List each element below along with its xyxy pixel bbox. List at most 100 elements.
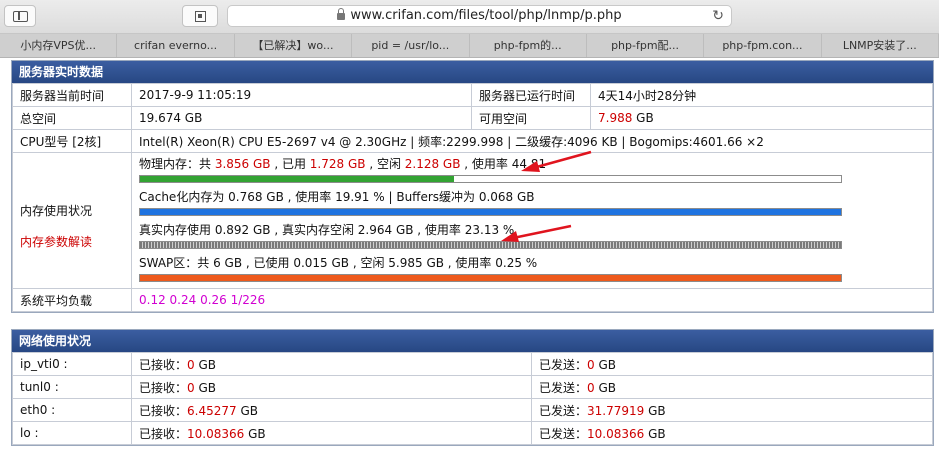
cpu-info: Intel(R) Xeon(R) CPU E5-2697 v4 @ 2.30GH… bbox=[131, 129, 933, 153]
tab[interactable]: php-fpm的... bbox=[469, 34, 587, 57]
recv-unit: GB bbox=[236, 403, 258, 418]
sent-value: 31.77919 bbox=[587, 403, 645, 418]
physical-memory-bar bbox=[139, 175, 842, 183]
free-space-value: 7.988 bbox=[598, 111, 633, 125]
table-row: 内存使用状况 内存参数解读 物理内存：共 3.856 GB , 已用 1.728… bbox=[12, 152, 933, 289]
network-table: ip_vti0 : 已接收：0 GB 已发送：0 GB tunl0 : 已接收：0 GB… bbox=[12, 352, 933, 445]
physical-total: 3.856 GB bbox=[214, 157, 271, 171]
memory-label: 内存使用状况 bbox=[20, 203, 93, 218]
load-label: 系统平均负载 bbox=[12, 288, 132, 312]
sent-label: 已发送： bbox=[539, 403, 588, 418]
table-row: 服务器当前时间 2017-9-9 11:05:19 服务器已运行时间 4天14小… bbox=[12, 83, 933, 107]
total-space-label: 总空间 bbox=[12, 106, 132, 130]
recv-value: 6.45277 bbox=[187, 403, 237, 418]
sent-value: 0 bbox=[587, 357, 595, 372]
recv-cell: 已接收：10.08366 GB bbox=[131, 421, 532, 445]
sent-cell: 已发送：0 GB bbox=[531, 352, 933, 376]
reload-icon[interactable]: ↻ bbox=[712, 9, 724, 23]
iface-name: ip_vti0 : bbox=[12, 352, 132, 376]
iface-name: eth0 : bbox=[12, 398, 132, 422]
sent-unit: GB bbox=[594, 380, 617, 395]
tab[interactable]: 小内存VPS优... bbox=[0, 34, 118, 57]
table-row: 总空间 19.674 GB 可用空间 7.988 GB bbox=[12, 106, 933, 130]
real-memory-bar bbox=[139, 241, 842, 249]
swap-memory-bar bbox=[139, 274, 842, 282]
swap-memory-text: SWAP区：共 6 GB , 已使用 0.015 GB , 空闲 5.985 G… bbox=[139, 256, 538, 270]
table-row: CPU型号 [2核] Intel(R) Xeon(R) CPU E5-2697 … bbox=[12, 129, 933, 153]
recv-value: 10.08366 bbox=[187, 426, 245, 441]
browser-toolbar: www.crifan.com/files/tool/php/lnmp/p.php… bbox=[0, 0, 939, 34]
lock-icon bbox=[337, 8, 346, 20]
sent-unit: GB bbox=[644, 426, 666, 441]
sent-value: 0 bbox=[587, 380, 595, 395]
network-panel-title: 网络使用状况 bbox=[12, 330, 933, 352]
recv-label: 已接收： bbox=[139, 403, 188, 418]
cpu-label: CPU型号 [2核] bbox=[12, 129, 132, 153]
sent-unit: GB bbox=[644, 403, 666, 418]
iface-name: lo : bbox=[12, 421, 132, 445]
total-space-value: 19.674 GB bbox=[131, 106, 472, 130]
recv-cell: 已接收：0 GB bbox=[131, 375, 532, 399]
server-table: 服务器当前时间 2017-9-9 11:05:19 服务器已运行时间 4天14小… bbox=[12, 83, 933, 312]
free-space-cell: 7.988 GB bbox=[590, 106, 933, 130]
table-row: tunl0 : 已接收：0 GB 已发送：0 GB bbox=[12, 375, 933, 399]
table-row: lo : 已接收：10.08366 GB 已发送：10.08366 GB bbox=[12, 421, 933, 445]
physical-memory-text: 物理内存：共 3.856 GB , 已用 1.728 GB , 空闲 2.128… bbox=[139, 156, 922, 172]
sent-label: 已发送： bbox=[539, 426, 588, 441]
free-space-label: 可用空间 bbox=[471, 106, 591, 130]
sidebar-icon bbox=[13, 11, 28, 22]
tab[interactable]: LNMP安装了... bbox=[821, 34, 939, 57]
sent-value: 10.08366 bbox=[587, 426, 645, 441]
recv-unit: GB bbox=[194, 380, 217, 395]
uptime-label: 服务器已运行时间 bbox=[471, 83, 591, 107]
iface-name: tunl0 : bbox=[12, 375, 132, 399]
reader-button[interactable] bbox=[182, 5, 218, 27]
tab[interactable]: php-fpm配... bbox=[586, 34, 705, 57]
recv-cell: 已接收：0 GB bbox=[131, 352, 532, 376]
physical-rate: , 使用率 44.81 bbox=[460, 157, 547, 171]
recv-label: 已接收： bbox=[139, 357, 188, 372]
address-bar[interactable]: www.crifan.com/files/tool/php/lnmp/p.php… bbox=[227, 5, 732, 27]
tab[interactable]: pid = /usr/lo... bbox=[352, 34, 470, 57]
reader-icon bbox=[195, 11, 206, 22]
sent-label: 已发送： bbox=[539, 380, 588, 395]
uptime-value: 4天14小时28分钟 bbox=[590, 83, 933, 107]
physical-prefix: 物理内存：共 bbox=[139, 157, 215, 171]
physical-free: 2.128 GB bbox=[404, 157, 461, 171]
recv-label: 已接收： bbox=[139, 426, 188, 441]
sent-label: 已发送： bbox=[539, 357, 588, 372]
table-row: 系统平均负载 0.12 0.24 0.26 1/226 bbox=[12, 288, 933, 312]
sidebar-toggle-button[interactable] bbox=[4, 5, 36, 27]
cache-memory-bar bbox=[139, 208, 842, 216]
server-panel: 服务器实时数据 服务器当前时间 2017-9-9 11:05:19 服务器已运行… bbox=[11, 60, 934, 313]
sent-cell: 已发送：31.77919 GB bbox=[531, 398, 933, 422]
physical-used: 1.728 GB bbox=[309, 157, 366, 171]
current-time-label: 服务器当前时间 bbox=[12, 83, 132, 107]
memory-label-cell: 内存使用状况 内存参数解读 bbox=[12, 152, 132, 289]
sent-unit: GB bbox=[594, 357, 617, 372]
recv-unit: GB bbox=[244, 426, 266, 441]
physical-used-prefix: , 已用 bbox=[270, 157, 310, 171]
server-panel-title: 服务器实时数据 bbox=[12, 61, 933, 83]
tab[interactable]: 【已解决】wo... bbox=[234, 34, 353, 57]
recv-value: 0 bbox=[187, 380, 195, 395]
tab[interactable]: php-fpm.con... bbox=[704, 34, 822, 57]
sent-cell: 已发送：0 GB bbox=[531, 375, 933, 399]
load-value: 0.12 0.24 0.26 1/226 bbox=[131, 288, 933, 312]
real-memory-bar-fill bbox=[140, 242, 841, 248]
physical-memory-bar-fill bbox=[140, 176, 455, 182]
url-text: www.crifan.com/files/tool/php/lnmp/p.php bbox=[350, 8, 622, 23]
tab[interactable]: crifan everno... bbox=[117, 34, 235, 57]
recv-label: 已接收： bbox=[139, 380, 188, 395]
network-panel: 网络使用状况 ip_vti0 : 已接收：0 GB 已发送：0 GB tunl0 :已… bbox=[11, 329, 934, 446]
cache-memory-bar-fill bbox=[140, 209, 841, 215]
recv-value: 0 bbox=[187, 357, 195, 372]
cache-memory-text: Cache化内存为 0.768 GB , 使用率 19.91 % | Buffe… bbox=[139, 190, 535, 204]
memory-help-link[interactable]: 内存参数解读 bbox=[20, 233, 124, 250]
real-memory-text: 真实内存使用 0.892 GB , 真实内存空闲 2.964 GB , 使用率 … bbox=[139, 223, 515, 237]
sent-cell: 已发送：10.08366 GB bbox=[531, 421, 933, 445]
table-row: ip_vti0 : 已接收：0 GB 已发送：0 GB bbox=[12, 352, 933, 376]
swap-memory-bar-fill bbox=[140, 275, 841, 281]
recv-cell: 已接收：6.45277 GB bbox=[131, 398, 532, 422]
physical-free-prefix: , 空闲 bbox=[365, 157, 405, 171]
